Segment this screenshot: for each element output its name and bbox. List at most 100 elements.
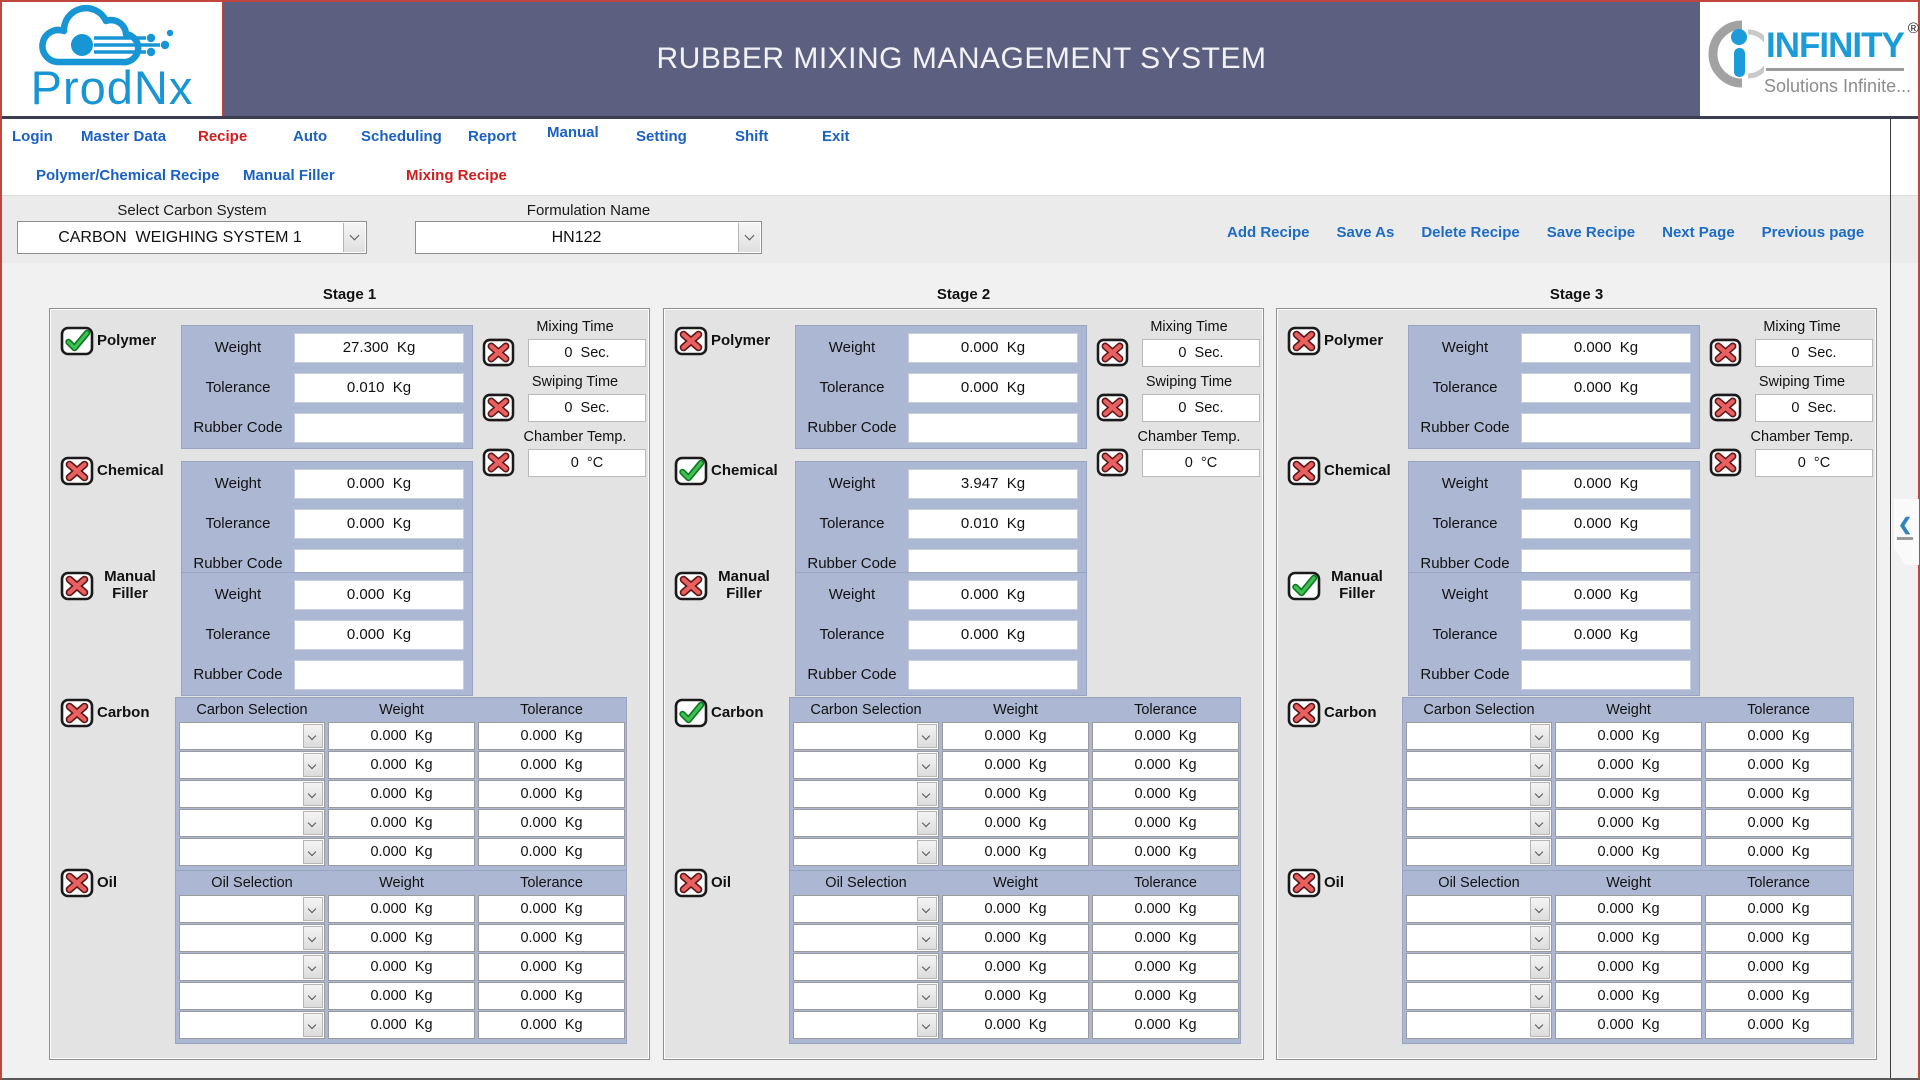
carbon-selection-dropdown-2[interactable]	[179, 751, 325, 779]
mixing-time-input[interactable]: 0 Sec.	[1755, 339, 1873, 367]
manual-filler-rubber_code-input[interactable]	[908, 660, 1078, 690]
polymer-toggle[interactable]	[60, 326, 94, 356]
chevron-down-icon[interactable]	[303, 926, 323, 950]
carbon-weight-input-5[interactable]: 0.000 Kg	[942, 838, 1089, 866]
mixing-time-toggle[interactable]	[1709, 338, 1742, 367]
carbon-selection-dropdown-2[interactable]	[1406, 751, 1552, 779]
chevron-down-icon[interactable]	[917, 926, 937, 950]
carbon-selection-dropdown-1[interactable]	[1406, 722, 1552, 750]
oil-weight-input-4[interactable]: 0.000 Kg	[328, 982, 475, 1010]
carbon-tolerance-input-3[interactable]: 0.000 Kg	[478, 780, 625, 808]
menu-item-shift[interactable]: Shift	[735, 128, 768, 145]
oil-tolerance-input-4[interactable]: 0.000 Kg	[478, 982, 625, 1010]
oil-weight-input-5[interactable]: 0.000 Kg	[942, 1011, 1089, 1039]
manual-filler-tolerance-input[interactable]: 0.000 Kg	[1521, 620, 1691, 650]
chevron-down-icon[interactable]	[917, 724, 937, 748]
oil-tolerance-input-4[interactable]: 0.000 Kg	[1092, 982, 1239, 1010]
carbon-weight-input-5[interactable]: 0.000 Kg	[1555, 838, 1702, 866]
oil-tolerance-input-4[interactable]: 0.000 Kg	[1705, 982, 1852, 1010]
oil-selection-dropdown-2[interactable]	[793, 924, 939, 952]
polymer-rubber_code-input[interactable]	[908, 413, 1078, 443]
oil-selection-dropdown-4[interactable]	[793, 982, 939, 1010]
chemical-toggle[interactable]	[674, 456, 708, 486]
polymer-weight-input[interactable]: 0.000 Kg	[908, 333, 1078, 363]
oil-tolerance-input-5[interactable]: 0.000 Kg	[1092, 1011, 1239, 1039]
oil-weight-input-1[interactable]: 0.000 Kg	[328, 895, 475, 923]
carbon-toggle[interactable]	[1287, 698, 1321, 728]
polymer-toggle[interactable]	[1287, 326, 1321, 356]
oil-tolerance-input-5[interactable]: 0.000 Kg	[478, 1011, 625, 1039]
carbon-weight-input-1[interactable]: 0.000 Kg	[942, 722, 1089, 750]
delete-recipe-button[interactable]: Delete Recipe	[1421, 224, 1519, 241]
chamber-temp-toggle[interactable]	[1709, 448, 1742, 477]
oil-tolerance-input-2[interactable]: 0.000 Kg	[1705, 924, 1852, 952]
oil-tolerance-input-5[interactable]: 0.000 Kg	[1705, 1011, 1852, 1039]
chevron-down-icon[interactable]	[1530, 984, 1550, 1008]
polymer-rubber_code-input[interactable]	[1521, 413, 1691, 443]
chevron-down-icon[interactable]	[1530, 782, 1550, 806]
swiping-time-input[interactable]: 0 Sec.	[1755, 394, 1873, 422]
chamber-temp-input[interactable]: 0 °C	[1755, 449, 1873, 477]
swiping-time-input[interactable]: 0 Sec.	[1142, 394, 1260, 422]
polymer-weight-input[interactable]: 27.300 Kg	[294, 333, 464, 363]
oil-selection-dropdown-4[interactable]	[1406, 982, 1552, 1010]
carbon-tolerance-input-2[interactable]: 0.000 Kg	[1705, 751, 1852, 779]
carbon-selection-dropdown-2[interactable]	[793, 751, 939, 779]
carbon-system-select[interactable]: CARBON WEIGHING SYSTEM 1	[17, 221, 367, 254]
carbon-weight-input-3[interactable]: 0.000 Kg	[1555, 780, 1702, 808]
polymer-weight-input[interactable]: 0.000 Kg	[1521, 333, 1691, 363]
polymer-tolerance-input[interactable]: 0.000 Kg	[908, 373, 1078, 403]
chevron-down-icon[interactable]	[917, 811, 937, 835]
carbon-tolerance-input-4[interactable]: 0.000 Kg	[1705, 809, 1852, 837]
polymer-rubber_code-input[interactable]	[294, 413, 464, 443]
carbon-weight-input-1[interactable]: 0.000 Kg	[328, 722, 475, 750]
oil-tolerance-input-3[interactable]: 0.000 Kg	[1092, 953, 1239, 981]
carbon-tolerance-input-4[interactable]: 0.000 Kg	[478, 809, 625, 837]
swiping-time-toggle[interactable]	[482, 393, 515, 422]
carbon-weight-input-2[interactable]: 0.000 Kg	[1555, 751, 1702, 779]
carbon-selection-dropdown-3[interactable]	[179, 780, 325, 808]
chemical-weight-input[interactable]: 0.000 Kg	[1521, 469, 1691, 499]
oil-selection-dropdown-5[interactable]	[1406, 1011, 1552, 1039]
chevron-down-icon[interactable]	[917, 753, 937, 777]
oil-tolerance-input-1[interactable]: 0.000 Kg	[478, 895, 625, 923]
oil-toggle[interactable]	[674, 868, 708, 898]
manual-filler-tolerance-input[interactable]: 0.000 Kg	[294, 620, 464, 650]
oil-selection-dropdown-1[interactable]	[179, 895, 325, 923]
chevron-down-icon[interactable]	[303, 897, 323, 921]
carbon-selection-dropdown-4[interactable]	[1406, 809, 1552, 837]
carbon-weight-input-3[interactable]: 0.000 Kg	[328, 780, 475, 808]
formulation-name-select[interactable]: HN122	[415, 221, 762, 254]
submenu-item-polymer-chemical-recipe[interactable]: Polymer/Chemical Recipe	[36, 167, 219, 184]
mixing-time-toggle[interactable]	[482, 338, 515, 367]
chevron-down-icon[interactable]	[917, 955, 937, 979]
chevron-down-icon[interactable]	[1530, 724, 1550, 748]
chamber-temp-toggle[interactable]	[482, 448, 515, 477]
oil-selection-dropdown-5[interactable]	[793, 1011, 939, 1039]
chevron-down-icon[interactable]	[303, 811, 323, 835]
mixing-time-toggle[interactable]	[1096, 338, 1129, 367]
swiping-time-toggle[interactable]	[1709, 393, 1742, 422]
carbon-weight-input-4[interactable]: 0.000 Kg	[1555, 809, 1702, 837]
oil-selection-dropdown-3[interactable]	[179, 953, 325, 981]
menu-item-manual[interactable]: Manual	[547, 124, 599, 141]
carbon-tolerance-input-5[interactable]: 0.000 Kg	[1092, 838, 1239, 866]
polymer-toggle[interactable]	[674, 326, 708, 356]
menu-item-exit[interactable]: Exit	[822, 128, 850, 145]
carbon-weight-input-2[interactable]: 0.000 Kg	[328, 751, 475, 779]
manual-filler-toggle[interactable]	[1287, 571, 1321, 601]
carbon-selection-dropdown-4[interactable]	[179, 809, 325, 837]
oil-weight-input-5[interactable]: 0.000 Kg	[328, 1011, 475, 1039]
carbon-toggle[interactable]	[674, 698, 708, 728]
oil-tolerance-input-2[interactable]: 0.000 Kg	[1092, 924, 1239, 952]
oil-weight-input-4[interactable]: 0.000 Kg	[1555, 982, 1702, 1010]
carbon-tolerance-input-3[interactable]: 0.000 Kg	[1092, 780, 1239, 808]
chevron-down-icon[interactable]	[303, 984, 323, 1008]
oil-weight-input-5[interactable]: 0.000 Kg	[1555, 1011, 1702, 1039]
oil-selection-dropdown-3[interactable]	[793, 953, 939, 981]
oil-tolerance-input-3[interactable]: 0.000 Kg	[478, 953, 625, 981]
carbon-weight-input-3[interactable]: 0.000 Kg	[942, 780, 1089, 808]
add-recipe-button[interactable]: Add Recipe	[1227, 224, 1310, 241]
chevron-down-icon[interactable]	[303, 840, 323, 864]
carbon-tolerance-input-1[interactable]: 0.000 Kg	[1092, 722, 1239, 750]
